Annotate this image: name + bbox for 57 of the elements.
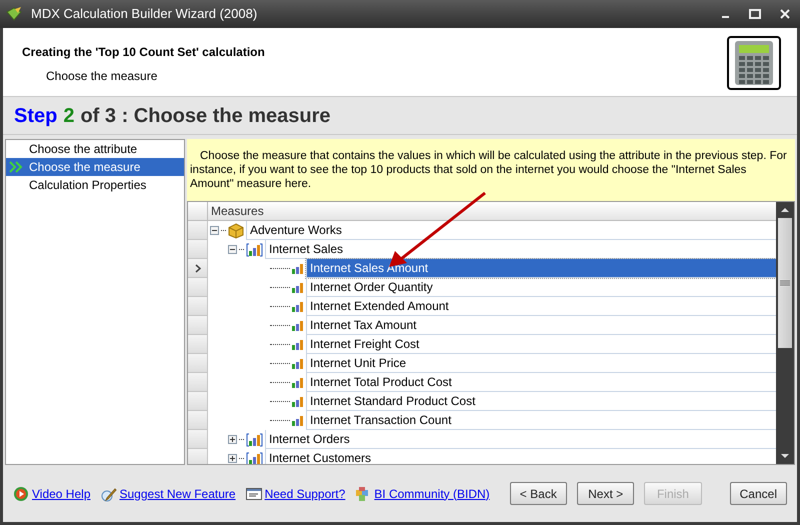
- step-word: Step: [14, 104, 58, 128]
- tree-node[interactable]: Internet Total Product Cost: [306, 373, 776, 392]
- header-title: Creating the 'Top 10 Count Set' calculation: [22, 44, 266, 61]
- measure-icon: [292, 264, 304, 274]
- expand-icon[interactable]: [228, 454, 237, 463]
- step-title: of 3 : Choose the measure: [80, 104, 331, 128]
- tree-node[interactable]: Internet Orders: [265, 430, 776, 449]
- row-selector[interactable]: [188, 259, 208, 278]
- tree-node[interactable]: Internet Order Quantity: [306, 278, 776, 297]
- measure-icon: [292, 416, 304, 426]
- footer-link[interactable]: Suggest New Feature: [120, 484, 236, 502]
- measure-icon: [292, 340, 304, 350]
- row-pointer-icon: [194, 264, 200, 272]
- step-number: 2: [63, 104, 74, 128]
- wizard-button[interactable]: < Back: [510, 482, 567, 505]
- chevrons-icon: [9, 161, 23, 173]
- measure-icon: [292, 358, 304, 368]
- footer-link[interactable]: Video Help: [32, 484, 90, 502]
- tree-node[interactable]: Internet Transaction Count: [306, 411, 776, 430]
- collapse-icon[interactable]: [210, 226, 219, 235]
- maximize-icon[interactable]: [749, 9, 761, 19]
- step-item[interactable]: Choose the measure: [6, 158, 184, 176]
- grip-icon: [780, 280, 790, 286]
- calculator-icon: [727, 36, 781, 90]
- tree-node[interactable]: Internet Standard Product Cost: [306, 392, 776, 411]
- header-subtitle: Choose the measure: [45, 68, 158, 85]
- tree-node[interactable]: Internet Tax Amount: [306, 316, 776, 335]
- step-item[interactable]: Choose the attribute: [6, 140, 184, 158]
- wizard-button[interactable]: Cancel: [730, 482, 787, 505]
- tree-node[interactable]: Internet Extended Amount: [306, 297, 776, 316]
- puzzle-icon: [5, 6, 23, 22]
- footer-link[interactable]: BI Community (BIDN): [374, 484, 490, 502]
- measure-icon: [292, 282, 304, 292]
- expand-icon[interactable]: [228, 435, 237, 444]
- tree-node[interactable]: Internet Freight Cost: [306, 335, 776, 354]
- wizard-button[interactable]: Next >: [576, 482, 634, 505]
- card-icon: [246, 486, 262, 500]
- measure-icon: [292, 320, 304, 330]
- close-icon[interactable]: [779, 8, 791, 20]
- measure-icon: [292, 302, 304, 312]
- measure-icon: [292, 378, 304, 388]
- scrollbar[interactable]: [776, 202, 794, 464]
- video-icon: [13, 486, 29, 502]
- measure-group-icon: [246, 242, 263, 256]
- collapse-icon[interactable]: [228, 245, 237, 254]
- step-item[interactable]: Calculation Properties: [6, 176, 184, 194]
- pencil-icon: [100, 486, 116, 502]
- tree-node[interactable]: Adventure Works: [246, 221, 776, 240]
- tree-node[interactable]: Internet Sales Amount: [306, 259, 776, 278]
- info-text: Choose the measure that contains the values in which will be calculated using the attribute in the previous step. For instance, if you want to see the top 10 products that sold on the internet you would choose the "Internet Sales Amount" measure here.: [190, 149, 788, 191]
- measure-icon: [292, 396, 304, 406]
- footer-link[interactable]: Need Support?: [264, 484, 346, 502]
- window-title: MDX Calculation Builder Wizard (2008): [31, 5, 258, 24]
- measure-group-icon: [246, 432, 263, 446]
- measure-group-icon: [246, 452, 263, 464]
- cube-icon: [228, 222, 244, 238]
- tree-node[interactable]: Internet Unit Price: [306, 354, 776, 373]
